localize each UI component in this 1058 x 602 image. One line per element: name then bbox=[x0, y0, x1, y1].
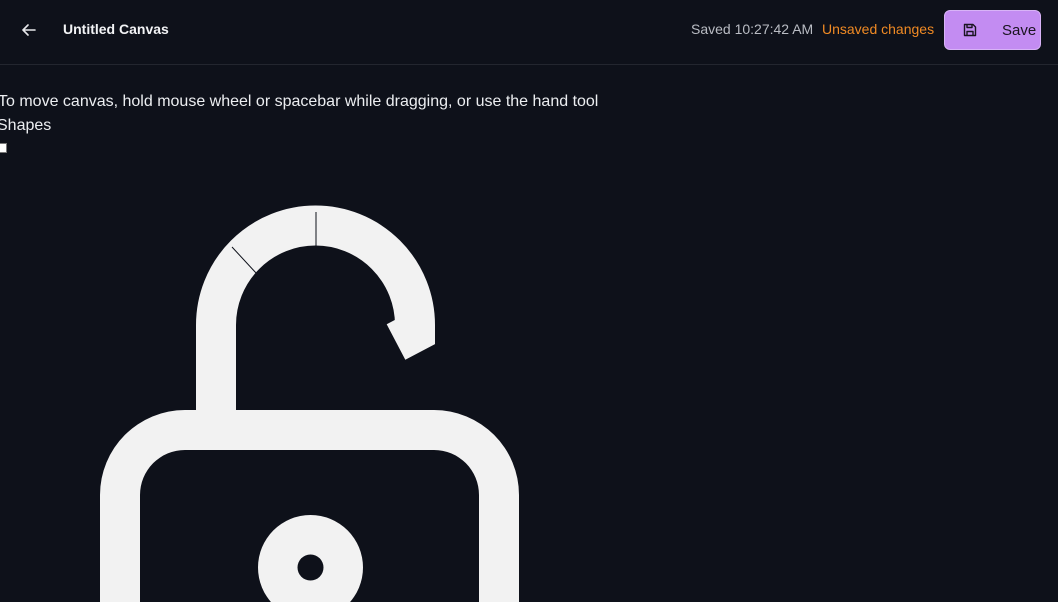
canvas-editor: Untitled Canvas Saved 10:27:42 AM Unsave… bbox=[0, 0, 1058, 602]
unlocked-padlock-icon[interactable] bbox=[0, 0, 1058, 602]
